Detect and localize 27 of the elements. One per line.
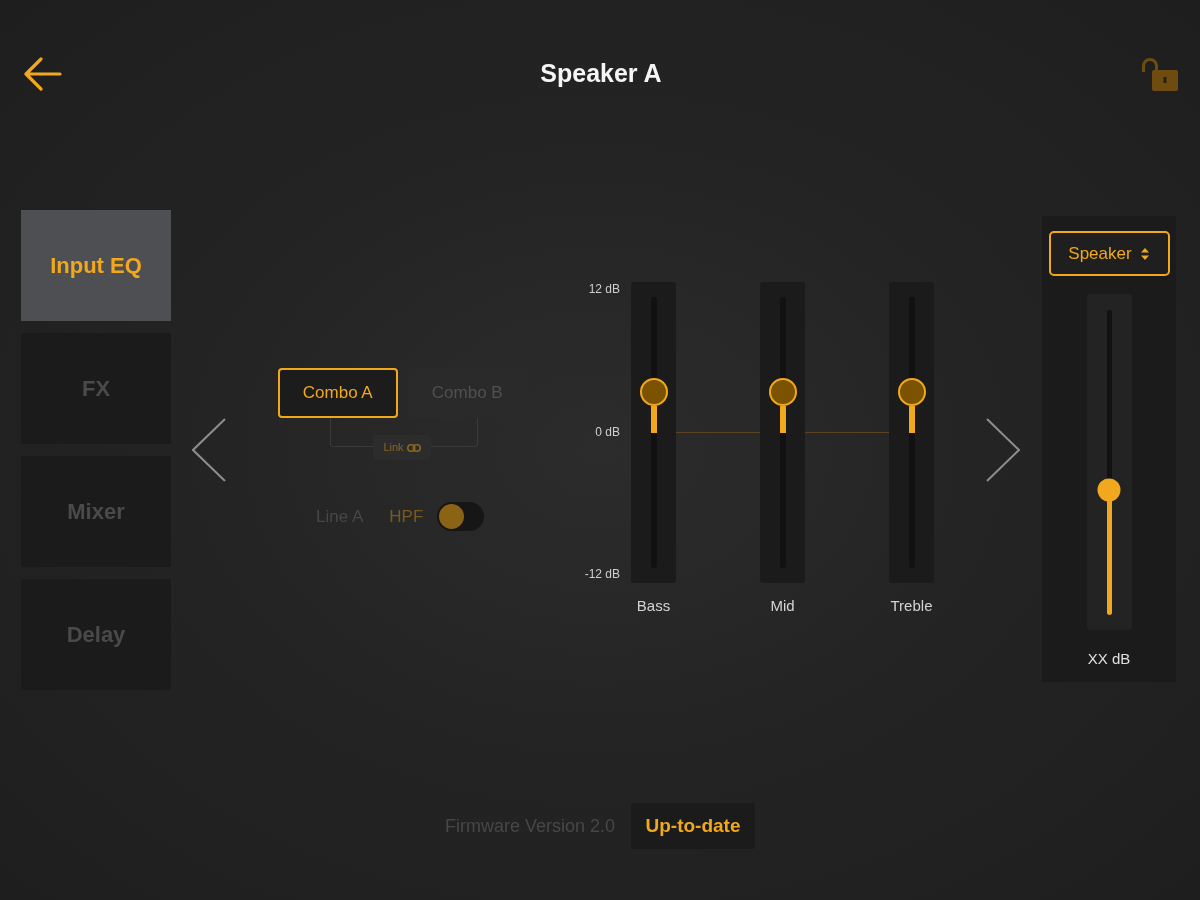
scale-label: -12 dB	[584, 567, 620, 581]
band-label: Mid	[770, 597, 795, 615]
slider-thumb[interactable]	[897, 377, 926, 406]
back-arrow-icon[interactable]	[24, 57, 62, 91]
sidebar-tab[interactable]: Input EQ	[21, 210, 171, 321]
scale-label: 12 dB	[588, 282, 620, 296]
page-title: Speaker A	[540, 58, 662, 90]
slider-stem	[908, 405, 915, 433]
volume-reading: XX dB	[1087, 649, 1131, 669]
slider-thumb[interactable]	[639, 377, 668, 406]
band-label: Bass	[636, 597, 671, 615]
link-button[interactable]: Link	[373, 435, 431, 460]
chevron-left-icon[interactable]	[192, 418, 226, 482]
slider-stem	[650, 405, 657, 433]
slider-thumb[interactable]	[768, 377, 797, 406]
hpf-label: HPF	[389, 505, 424, 528]
chevron-right-icon[interactable]	[986, 418, 1020, 482]
hpf-toggle[interactable]	[437, 502, 485, 531]
status-button[interactable]: Up-to-date	[631, 803, 756, 849]
band-label: Treble	[890, 597, 933, 615]
slider-thumb[interactable]	[1097, 478, 1121, 502]
speaker-select[interactable]: Speaker	[1048, 231, 1170, 276]
chain-link-icon	[406, 443, 421, 452]
combo-button[interactable]: Combo A	[278, 368, 398, 418]
up-down-caret-icon	[1139, 246, 1150, 261]
slider-stem	[779, 405, 786, 433]
scale-label: 0 dB	[595, 424, 620, 439]
